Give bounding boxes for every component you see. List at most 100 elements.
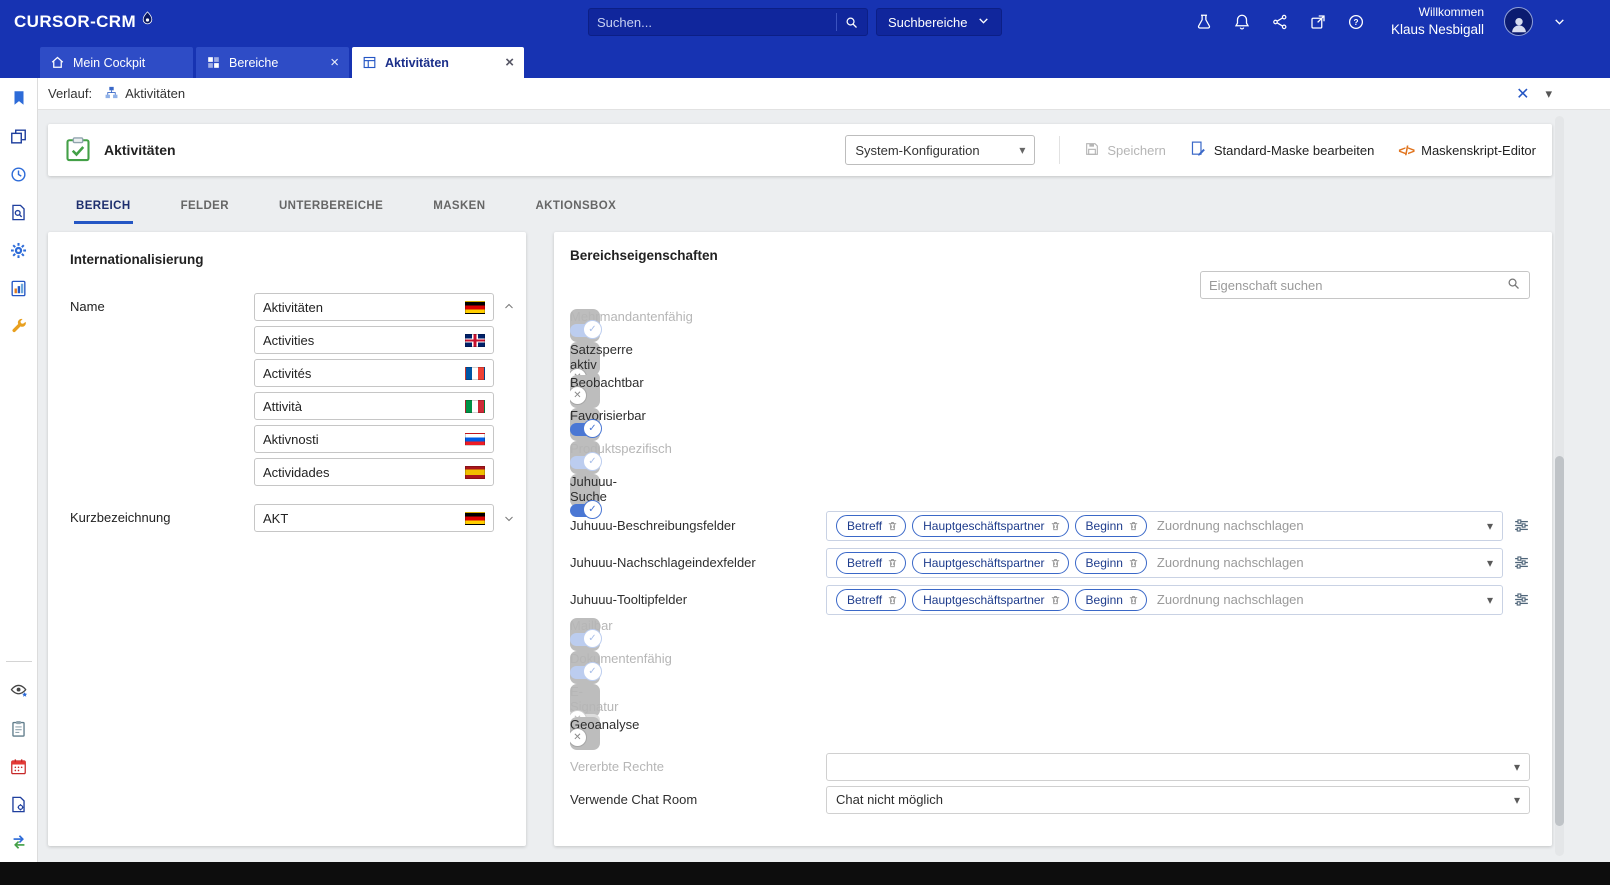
- property-row: E-Signatur✕: [570, 684, 600, 717]
- global-search[interactable]: [588, 8, 868, 36]
- chip[interactable]: Betreff: [836, 589, 906, 611]
- clipboard-icon[interactable]: [9, 718, 29, 738]
- chip[interactable]: Betreff: [836, 515, 906, 537]
- chip[interactable]: Beginn: [1075, 515, 1147, 537]
- name-input-si[interactable]: [254, 425, 494, 453]
- select-field[interactable]: ▾: [826, 753, 1530, 781]
- tab-label: Bereiche: [229, 56, 278, 70]
- search-icon[interactable]: [1506, 276, 1521, 294]
- tune-icon[interactable]: [1513, 517, 1530, 534]
- save-button[interactable]: Speichern: [1084, 141, 1166, 160]
- doc-settings-icon[interactable]: [9, 794, 29, 814]
- sync-icon[interactable]: [9, 832, 29, 852]
- search-doc-icon[interactable]: [9, 202, 29, 222]
- chips-field[interactable]: BetreffHauptgeschäftspartnerBeginnZuordn…: [826, 511, 1503, 541]
- property-search[interactable]: [1200, 271, 1530, 299]
- trash-icon[interactable]: [1050, 557, 1061, 569]
- name-input-field[interactable]: [263, 432, 457, 447]
- chip[interactable]: Hauptgeschäftspartner: [912, 552, 1068, 574]
- chevron-down-icon[interactable]: ▾: [1487, 593, 1493, 607]
- help-icon[interactable]: ?: [1347, 13, 1365, 31]
- chevron-up-icon[interactable]: [503, 301, 515, 313]
- name-input-es[interactable]: [254, 458, 494, 486]
- bell-icon[interactable]: [1233, 13, 1251, 31]
- tune-icon[interactable]: [1513, 554, 1530, 571]
- flask-icon[interactable]: [1195, 13, 1213, 31]
- toggle-on[interactable]: ✓: [570, 423, 600, 436]
- toggle-on[interactable]: ✓: [570, 504, 600, 517]
- external-link-icon[interactable]: [1309, 13, 1327, 31]
- short-name-input-field[interactable]: [263, 511, 457, 526]
- share-icon[interactable]: [1271, 13, 1289, 31]
- trash-icon[interactable]: [887, 594, 898, 606]
- name-input-field[interactable]: [263, 399, 457, 414]
- name-input-field[interactable]: [263, 465, 457, 480]
- windows-icon[interactable]: [9, 126, 29, 146]
- section-tab-masken[interactable]: MASKEN: [431, 194, 487, 224]
- trash-icon[interactable]: [1128, 557, 1139, 569]
- chip[interactable]: Hauptgeschäftspartner: [912, 515, 1068, 537]
- history-close-icon[interactable]: ✕: [1516, 84, 1529, 104]
- report-icon[interactable]: [9, 278, 29, 298]
- global-search-input[interactable]: [597, 15, 829, 30]
- search-icon[interactable]: [844, 15, 859, 30]
- history-icon[interactable]: [9, 164, 29, 184]
- chevron-down-icon[interactable]: [503, 512, 515, 524]
- chips-field[interactable]: BetreffHauptgeschäftspartnerBeginnZuordn…: [826, 585, 1503, 615]
- name-input-fr[interactable]: [254, 359, 494, 387]
- search-scope-button[interactable]: Suchbereiche: [876, 8, 1002, 36]
- edit-mask-button[interactable]: Standard-Maske bearbeiten: [1190, 140, 1374, 160]
- chevron-down-icon[interactable]: ▾: [1487, 519, 1493, 533]
- hierarchy-icon: [104, 85, 119, 103]
- select-field[interactable]: Chat nicht möglich▾: [826, 786, 1530, 814]
- trash-icon[interactable]: [1050, 520, 1061, 532]
- short-name-input[interactable]: [254, 504, 494, 532]
- calendar-icon[interactable]: [9, 756, 29, 776]
- chevron-down-icon[interactable]: ▾: [1514, 760, 1520, 774]
- preview-icon[interactable]: [9, 680, 29, 700]
- close-icon[interactable]: ×: [497, 55, 514, 70]
- tune-icon[interactable]: [1513, 591, 1530, 608]
- chip[interactable]: Hauptgeschäftspartner: [912, 589, 1068, 611]
- trash-icon[interactable]: [1128, 594, 1139, 606]
- gear-icon[interactable]: [9, 240, 29, 260]
- chevron-down-icon[interactable]: ▾: [1487, 556, 1493, 570]
- chips-field[interactable]: BetreffHauptgeschäftspartnerBeginnZuordn…: [826, 548, 1503, 578]
- name-input-field[interactable]: [263, 366, 457, 381]
- section-tab-aktionsbox[interactable]: AKTIONSBOX: [533, 194, 618, 224]
- scrollbar-thumb[interactable]: [1555, 456, 1564, 826]
- name-input-gb[interactable]: [254, 326, 494, 354]
- name-input-field[interactable]: [263, 300, 457, 315]
- trash-icon[interactable]: [1050, 594, 1061, 606]
- chip[interactable]: Beginn: [1075, 552, 1147, 574]
- chevron-down-icon[interactable]: ▾: [1514, 793, 1520, 807]
- property-search-input[interactable]: [1209, 278, 1506, 293]
- trash-icon[interactable]: [887, 520, 898, 532]
- name-input-it[interactable]: [254, 392, 494, 420]
- toggle-off[interactable]: ✕: [570, 390, 600, 403]
- tab-mein-cockpit[interactable]: Mein Cockpit: [40, 47, 193, 78]
- avatar-menu-caret-icon[interactable]: [1553, 15, 1566, 28]
- chip[interactable]: Betreff: [836, 552, 906, 574]
- mask-script-editor-button[interactable]: </> Maskenskript-Editor: [1398, 143, 1536, 158]
- vertical-scrollbar[interactable]: [1555, 116, 1564, 856]
- chip-label: Beginn: [1086, 519, 1123, 533]
- bookmark-icon[interactable]: [9, 88, 29, 108]
- trash-icon[interactable]: [887, 557, 898, 569]
- tab-bereiche[interactable]: Bereiche ×: [196, 47, 349, 78]
- close-icon[interactable]: ×: [322, 55, 339, 70]
- name-input-field[interactable]: [263, 333, 457, 348]
- configuration-select[interactable]: System-Konfiguration ▾: [845, 135, 1035, 165]
- tab-aktivitaeten[interactable]: Aktivitäten×: [352, 47, 524, 78]
- name-input-de[interactable]: [254, 293, 494, 321]
- tools-icon[interactable]: [9, 316, 29, 336]
- section-tab-unterbereiche[interactable]: UNTERBEREICHE: [277, 194, 385, 224]
- chip[interactable]: Beginn: [1075, 589, 1147, 611]
- section-tab-bereich[interactable]: BEREICH: [74, 194, 133, 224]
- section-tab-felder[interactable]: FELDER: [179, 194, 231, 224]
- avatar[interactable]: [1504, 7, 1533, 36]
- history-item-aktivitaeten[interactable]: Aktivitäten: [104, 85, 185, 103]
- toggle-off[interactable]: ✕: [570, 732, 600, 745]
- trash-icon[interactable]: [1128, 520, 1139, 532]
- history-collapse-caret-icon[interactable]: ▾: [1545, 86, 1552, 102]
